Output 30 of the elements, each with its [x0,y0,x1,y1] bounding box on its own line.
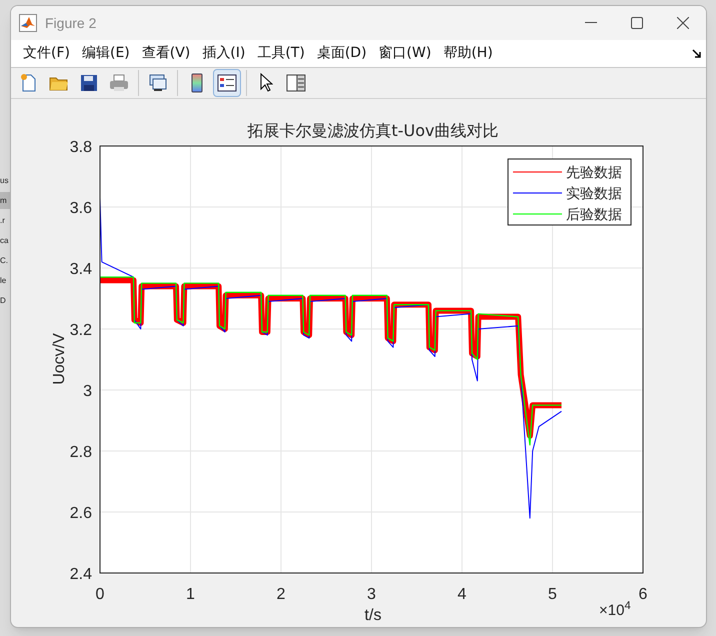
background-list-text: ca [0,235,10,247]
y-axis-label: Uocv/V [51,333,68,385]
background-list-text: D [0,295,7,307]
x-tick-label: 4 [458,586,466,603]
background-list-text: .r [0,215,6,227]
y-tick-label: 3.2 [70,322,92,339]
x-tick-label: 3 [367,586,376,603]
x-tick-label: 0 [96,586,104,603]
background-list-text: C. [0,255,9,267]
window-title: Figure 2 [45,14,96,33]
legend-label: 先验数据 [566,165,622,181]
legend-label: 后验数据 [566,207,622,223]
background-list-text: le [0,275,8,287]
chart-title: 拓展卡尔曼滤波仿真t-Uov曲线对比 [248,121,498,140]
y-tick-label: 3.4 [70,261,92,278]
x-tick-label: 1 [186,586,195,603]
y-tick-label: 3.6 [70,200,92,217]
x-tick-label: 6 [638,586,648,603]
background-list-text: us [0,175,10,187]
y-tick-label: 2.8 [70,444,92,461]
x-axis-label: t/s [364,607,382,624]
x-tick-label: 2 [276,586,286,603]
x-tick-label: 5 [548,586,557,603]
axis-exponent: ×10$^{4}$ [599,602,631,619]
legend-label: 实验数据 [566,186,622,202]
y-tick-label: 3.8 [70,139,92,156]
y-tick-label: 2.4 [70,566,92,583]
y-tick-label: 3 [83,383,92,400]
y-tick-label: 2.6 [70,505,92,522]
background-list-text: m [0,192,10,209]
